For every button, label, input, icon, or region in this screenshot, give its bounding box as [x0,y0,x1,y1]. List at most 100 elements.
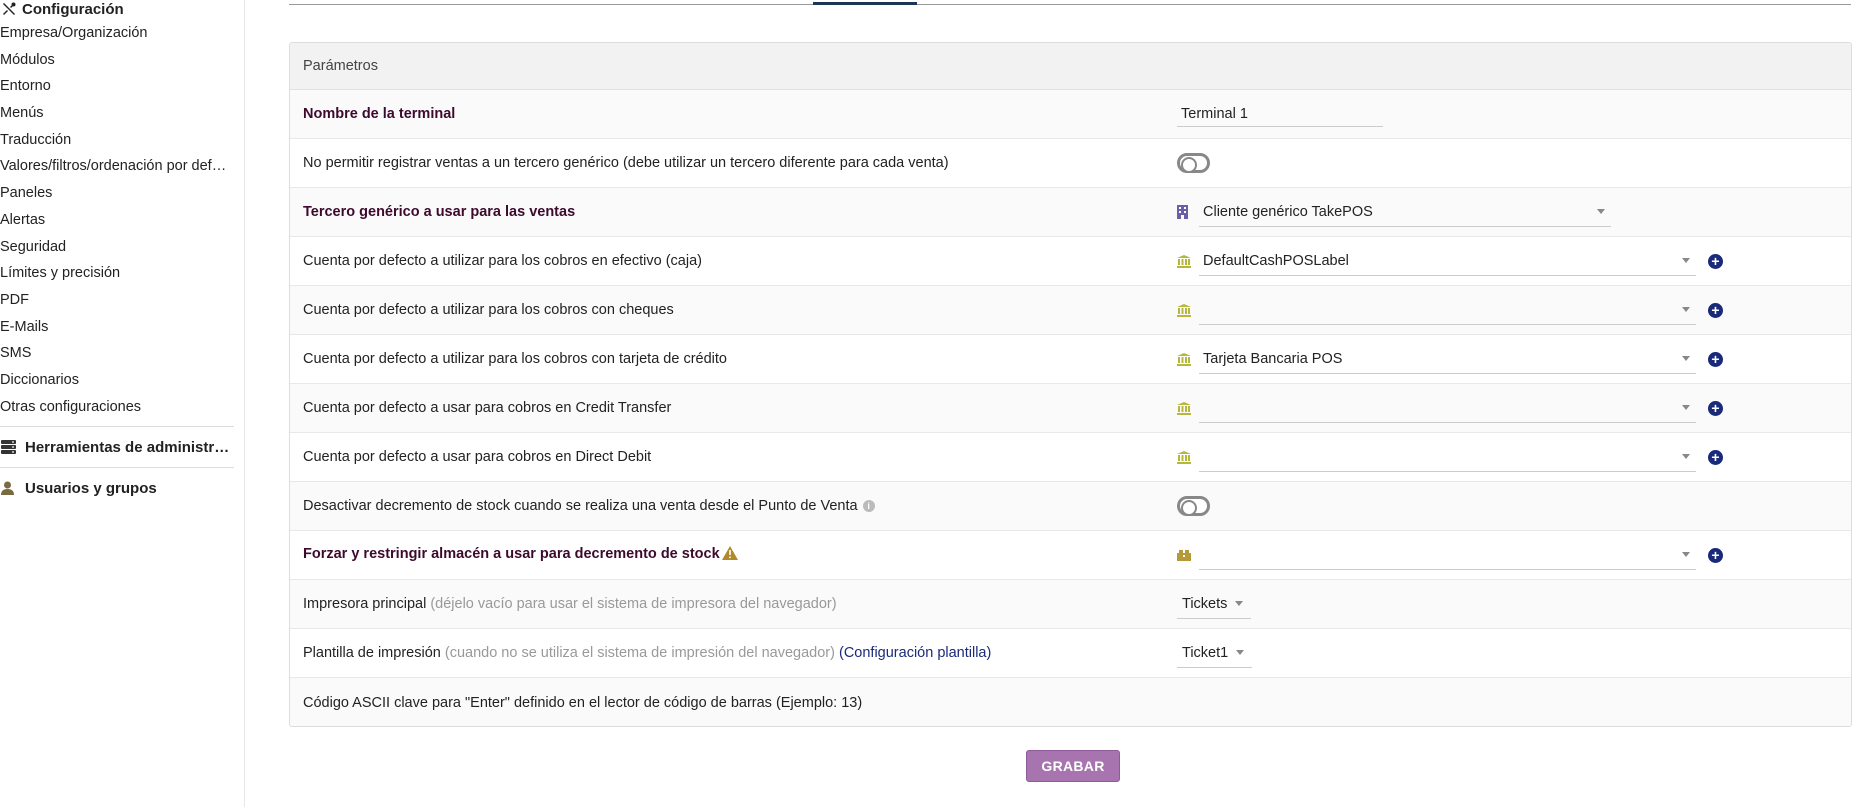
cheque-account-select[interactable] [1199,295,1696,325]
sidebar-item-sms[interactable]: SMS [0,340,236,367]
sidebar-item-modulos[interactable]: Módulos [0,47,236,74]
row-card-account: Cuenta por defecto a utilizar para los c… [290,335,1851,384]
row-credit-transfer: Cuenta por defecto a usar para cobros en… [290,384,1851,433]
ascii-enter-label: Código ASCII clave para "Enter" definido… [303,694,863,711]
chevron-down-icon [1597,209,1605,214]
print-template-label: Plantilla de impresión [303,645,441,661]
force-warehouse-label: Forzar y restringir almacén a usar para … [303,546,720,562]
row-disable-stock: Desactivar decremento de stock cuando se… [290,482,1851,531]
sidebar-header-label: Configuración [22,0,124,18]
parameters-panel: Parámetros Nombre de la terminal No perm… [289,42,1852,727]
building-icon [1177,205,1199,219]
sidebar-item-pdf[interactable]: PDF [0,287,236,314]
card-account-value: Tarjeta Bancaria POS [1203,350,1343,367]
main-printer-select[interactable]: Tickets [1177,589,1252,619]
disable-stock-label-wrap: Desactivar decremento de stock cuando se… [303,498,875,514]
sidebar-item-paneles[interactable]: Paneles [0,180,236,207]
credit-transfer-select[interactable] [1199,393,1696,423]
cash-account-label: Cuenta por defecto a utilizar para los c… [303,253,702,269]
save-button[interactable]: GRABAR [1026,750,1120,782]
chevron-down-icon [1235,601,1244,606]
sidebar-item-alertas[interactable]: Alertas [0,207,236,234]
cash-account-select[interactable]: DefaultCashPOSLabel [1199,246,1696,276]
print-template-label-wrap: Plantilla de impresión (cuando no se uti… [303,645,991,661]
credit-transfer-label: Cuenta por defecto a usar para cobros en… [303,400,672,416]
add-warehouse-button[interactable]: + [1708,547,1723,563]
row-main-printer: Impresora principal (déjelo vacío para u… [290,580,1851,629]
terminal-name-label: Nombre de la terminal [303,106,456,122]
sidebar-section-admin-tools[interactable]: Herramientas de administr… [0,427,234,467]
add-cheque-account-button[interactable]: + [1708,302,1723,318]
template-config-link[interactable]: (Configuración plantilla) [839,645,991,661]
main-printer-label: Impresora principal [303,596,427,612]
main-printer-label-wrap: Impresora principal (déjelo vacío para u… [303,596,837,612]
direct-debit-select[interactable] [1199,442,1696,472]
row-direct-debit: Cuenta por defecto a usar para cobros en… [290,433,1851,482]
warning-icon [721,546,738,564]
generic-thirdparty-value: Cliente genérico TakePOS [1203,203,1373,220]
sidebar-item-otras[interactable]: Otras configuraciones [0,394,236,421]
force-warehouse-label-wrap: Forzar y restringir almacén a usar para … [303,546,738,564]
sidebar-item-valores[interactable]: Valores/filtros/ordenación por def… [0,153,236,180]
sidebar-item-diccionarios[interactable]: Diccionarios [0,367,236,394]
sidebar-section-users[interactable]: Usuarios y grupos [0,468,234,508]
direct-debit-label: Cuenta por defecto a usar para cobros en… [303,449,652,465]
row-print-template: Plantilla de impresión (cuando no se uti… [290,629,1851,678]
row-generic-thirdparty: Tercero genérico a usar para las ventas … [290,188,1851,237]
sidebar-item-limites[interactable]: Límites y precisión [0,260,236,287]
bank-icon [1177,450,1199,464]
row-no-generic-thirdparty: No permitir registrar ventas a un tercer… [290,139,1851,188]
no-generic-label: No permitir registrar ventas a un tercer… [303,155,949,171]
row-cash-account: Cuenta por defecto a utilizar para los c… [290,237,1851,286]
main-printer-hint: (déjelo vacío para usar el sistema de im… [430,596,837,612]
sidebar-item-traduccion[interactable]: Traducción [0,127,236,154]
card-account-label: Cuenta por defecto a utilizar para los c… [303,351,727,367]
disable-stock-toggle[interactable] [1177,496,1210,516]
ascii-enter-input[interactable] [1177,700,1225,726]
chevron-down-icon [1682,454,1690,459]
chevron-down-icon [1236,650,1245,655]
row-terminal-name: Nombre de la terminal [290,90,1851,139]
boxes-icon [1177,549,1199,561]
sidebar-section-users-label: Usuarios y grupos [25,479,157,497]
tools-icon [2,2,22,16]
sidebar: Configuración Empresa/Organización Módul… [0,0,245,807]
cash-account-value: DefaultCashPOSLabel [1203,252,1349,269]
chevron-down-icon [1682,405,1690,410]
no-generic-toggle[interactable] [1177,153,1210,173]
force-warehouse-select[interactable] [1199,540,1696,570]
generic-thirdparty-select[interactable]: Cliente genérico TakePOS [1199,197,1611,227]
print-template-select[interactable]: Ticket1 [1177,638,1253,668]
sidebar-section-admin-label: Herramientas de administr… [25,438,230,456]
sidebar-item-entorno[interactable]: Entorno [0,73,236,100]
terminal-name-input[interactable] [1177,101,1383,127]
card-account-select[interactable]: Tarjeta Bancaria POS [1199,344,1696,374]
bank-icon [1177,401,1199,415]
print-template-hint: (cuando no se utiliza el sistema de impr… [444,645,835,661]
row-force-warehouse: Forzar y restringir almacén a usar para … [290,531,1851,580]
row-cheque-account: Cuenta por defecto a utilizar para los c… [290,286,1851,335]
add-card-account-button[interactable]: + [1708,351,1723,367]
bank-icon [1177,352,1199,366]
bank-icon [1177,254,1199,268]
bank-icon [1177,303,1199,317]
chevron-down-icon [1682,552,1690,557]
row-ascii-enter: Código ASCII clave para "Enter" definido… [290,678,1851,726]
sidebar-item-seguridad[interactable]: Seguridad [0,234,236,261]
sidebar-item-emails[interactable]: E-Mails [0,314,236,341]
add-cash-account-button[interactable]: + [1708,253,1723,269]
print-template-value: Ticket1 [1182,644,1229,661]
sidebar-header-configuracion[interactable]: Configuración [0,0,244,18]
add-direct-debit-button[interactable]: + [1708,449,1723,465]
info-icon[interactable]: i [862,500,875,513]
add-credit-transfer-button[interactable]: + [1708,400,1723,416]
tab-active-indicator[interactable] [813,2,917,5]
user-icon [0,481,25,496]
tab-bar-underline [289,4,1851,5]
chevron-down-icon [1682,307,1690,312]
sidebar-item-empresa[interactable]: Empresa/Organización [0,20,236,47]
generic-thirdparty-label: Tercero genérico a usar para las ventas [303,204,576,220]
chevron-down-icon [1682,258,1690,263]
sidebar-item-menus[interactable]: Menús [0,100,236,127]
disable-stock-label: Desactivar decremento de stock cuando se… [303,498,858,514]
